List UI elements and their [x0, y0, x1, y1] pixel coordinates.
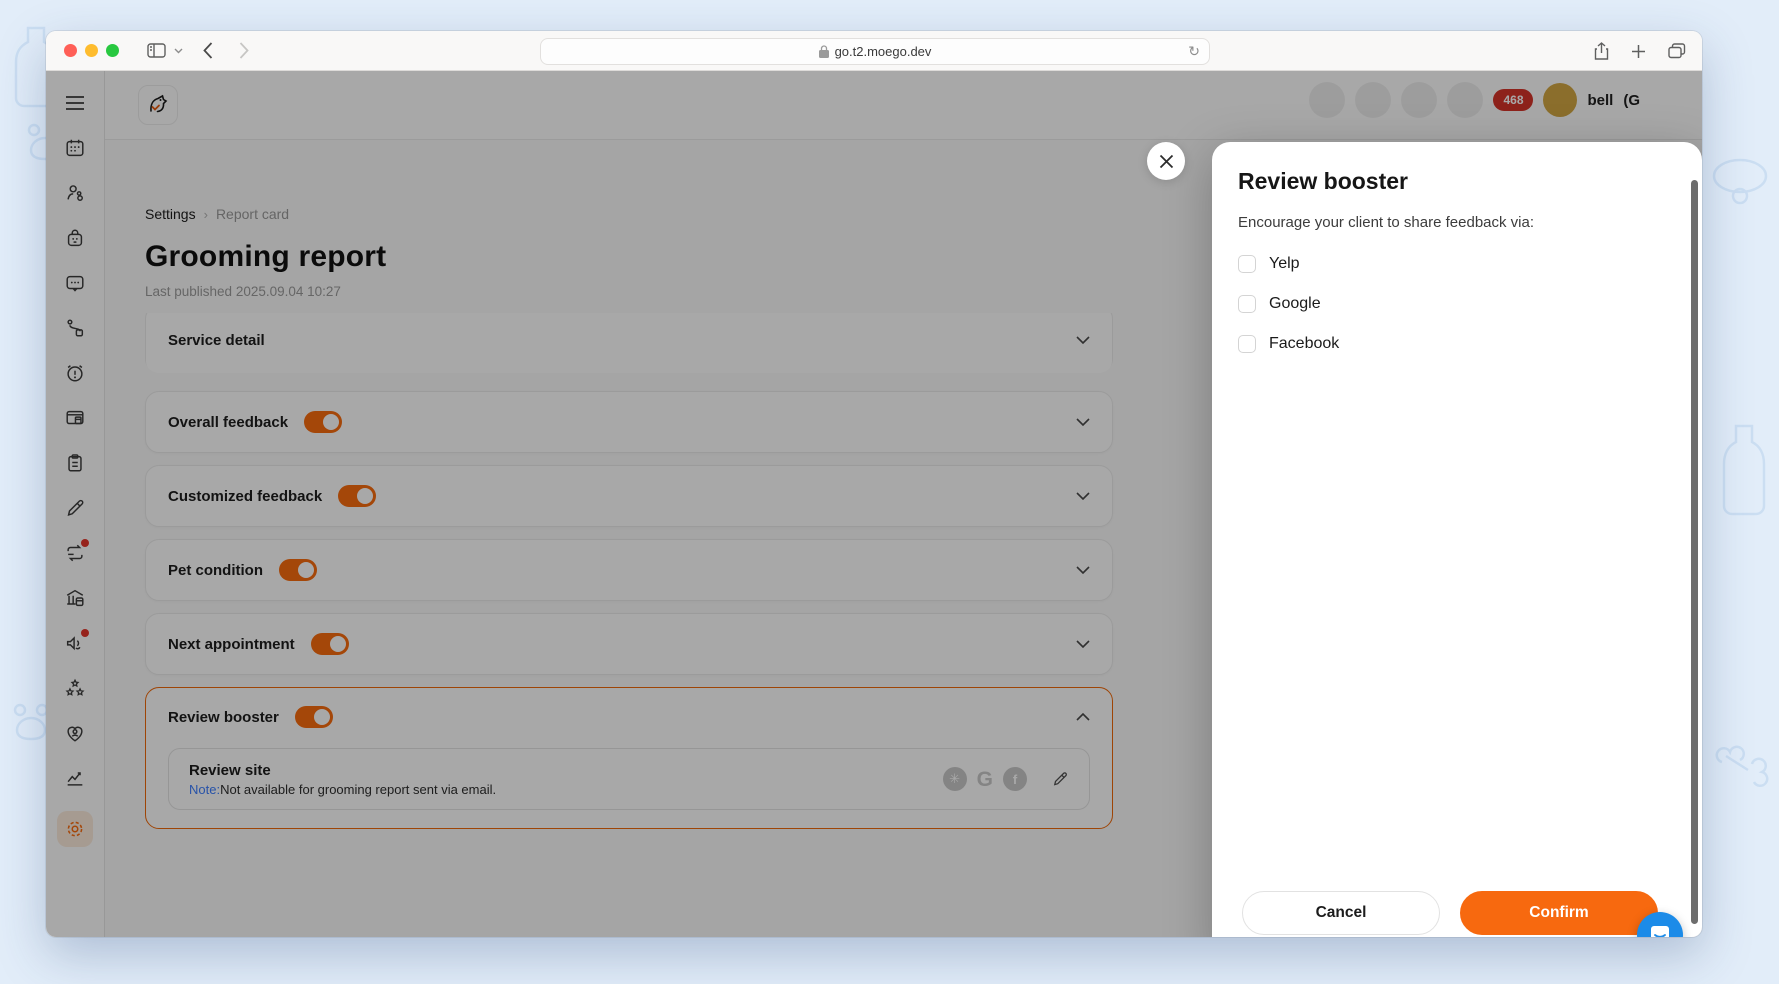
modal-options: Yelp Google Facebook	[1238, 244, 1339, 364]
modal-footer: Cancel Confirm	[1242, 891, 1658, 935]
share-icon[interactable]	[1594, 42, 1609, 60]
tab-overview-icon[interactable]	[1668, 43, 1686, 59]
sidebar-chevron-icon[interactable]	[174, 48, 183, 54]
option-label: Google	[1269, 295, 1321, 312]
new-tab-icon[interactable]	[1631, 44, 1646, 59]
confirm-button[interactable]: Confirm	[1460, 891, 1658, 935]
chat-bubble-icon	[1651, 926, 1669, 937]
option-row-google[interactable]: Google	[1238, 284, 1339, 324]
desktop: go.t2.moego.dev ↻ 468 bell (G Settings ›…	[0, 0, 1779, 984]
lock-icon	[818, 45, 829, 58]
option-label: Yelp	[1269, 255, 1300, 272]
forward-button[interactable]	[239, 42, 249, 59]
browser-window: go.t2.moego.dev ↻ 468 bell (G Settings ›…	[46, 31, 1702, 937]
cancel-button[interactable]: Cancel	[1242, 891, 1440, 935]
option-row-yelp[interactable]: Yelp	[1238, 244, 1339, 284]
address-bar[interactable]: go.t2.moego.dev ↻	[540, 38, 1210, 65]
window-controls	[64, 44, 119, 57]
close-modal-button[interactable]	[1147, 142, 1185, 180]
close-window-button[interactable]	[64, 44, 77, 57]
url-text: go.t2.moego.dev	[834, 44, 932, 59]
facebook-checkbox[interactable]	[1238, 335, 1256, 353]
minimize-window-button[interactable]	[85, 44, 98, 57]
wallpaper-doodle-bone	[1715, 745, 1769, 787]
wallpaper-doodle-bottle2	[1722, 424, 1766, 516]
scrollbar-thumb[interactable]	[1691, 180, 1698, 924]
app-page: 468 bell (G Settings › Report card Groom…	[46, 71, 1702, 937]
modal-title: Review booster	[1238, 168, 1408, 194]
review-booster-modal: Review booster Encourage your client to …	[1212, 142, 1702, 937]
option-label: Facebook	[1269, 335, 1340, 352]
zoom-window-button[interactable]	[106, 44, 119, 57]
google-checkbox[interactable]	[1238, 295, 1256, 313]
option-row-facebook[interactable]: Facebook	[1238, 324, 1339, 364]
yelp-checkbox[interactable]	[1238, 255, 1256, 273]
back-button[interactable]	[203, 42, 213, 59]
wallpaper-doodle-collar	[1712, 158, 1768, 205]
close-icon	[1159, 154, 1173, 168]
sidebar-toggle-icon[interactable]	[147, 43, 166, 58]
reload-icon[interactable]: ↻	[1188, 43, 1200, 60]
browser-toolbar: go.t2.moego.dev ↻	[46, 31, 1702, 71]
modal-description: Encourage your client to share feedback …	[1238, 214, 1535, 231]
